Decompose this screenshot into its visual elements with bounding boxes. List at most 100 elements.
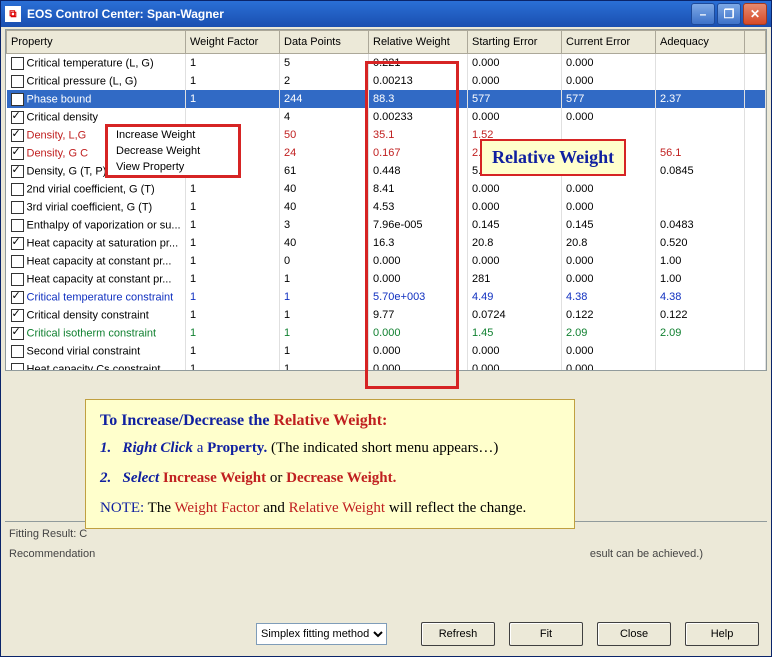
note-title-a: To Increase/Decrease the — [100, 412, 273, 429]
menu-decrease-weight[interactable]: Decrease Weight — [108, 143, 238, 159]
cell: 0.000 — [562, 72, 656, 90]
property-name: Critical density constraint — [27, 309, 149, 321]
table-row[interactable]: Critical temperature constraint115.70e+0… — [7, 288, 766, 306]
cell: 0.000 — [562, 198, 656, 216]
cell: 0.000 — [468, 198, 562, 216]
row-checkbox[interactable] — [11, 201, 24, 214]
table-row[interactable]: Heat capacity Cs constraint110.0000.0000… — [7, 360, 766, 371]
fitting-method-select[interactable]: Simplex fitting method — [256, 623, 387, 645]
menu-increase-weight[interactable]: Increase Weight — [108, 127, 238, 143]
row-checkbox[interactable] — [11, 147, 24, 160]
cell: 0.0483 — [656, 216, 745, 234]
menu-view-property[interactable]: View Property — [108, 159, 238, 175]
table-row[interactable]: Heat capacity at saturation pr...14016.3… — [7, 234, 766, 252]
column-header[interactable]: Relative Weight — [369, 31, 468, 54]
table-row[interactable]: 2nd virial coefficient, G (T)1408.410.00… — [7, 180, 766, 198]
cell: 1 — [280, 324, 369, 342]
row-checkbox[interactable] — [11, 255, 24, 268]
cell: 2.09 — [562, 324, 656, 342]
minimize-button[interactable]: – — [691, 3, 715, 25]
row-checkbox[interactable] — [11, 363, 24, 372]
table-row[interactable]: Heat capacity at constant pr...110.00028… — [7, 270, 766, 288]
title-bar[interactable]: ⧉ EOS Control Center: Span-Wagner – ❐ ✕ — [1, 1, 771, 27]
fit-button[interactable]: Fit — [509, 622, 583, 646]
cell: 4 — [280, 108, 369, 126]
table-row[interactable]: Enthalpy of vaporization or su...137.96e… — [7, 216, 766, 234]
note-label: NOTE: — [100, 500, 144, 516]
cell — [656, 360, 745, 371]
cell: 0.145 — [562, 216, 656, 234]
property-name: Heat capacity at constant pr... — [27, 255, 172, 267]
row-checkbox[interactable] — [11, 165, 24, 178]
instruction-note: To Increase/Decrease the Relative Weight… — [85, 399, 575, 529]
cell — [656, 54, 745, 73]
row-checkbox[interactable] — [11, 93, 24, 106]
row-checkbox[interactable] — [11, 111, 24, 124]
column-header[interactable]: Current Error — [562, 31, 656, 54]
cell: 7.96e-005 — [369, 216, 468, 234]
help-button[interactable]: Help — [685, 622, 759, 646]
cell: 1 — [280, 270, 369, 288]
row-checkbox[interactable] — [11, 345, 24, 358]
table-row[interactable]: Critical isotherm constraint110.0001.452… — [7, 324, 766, 342]
row-checkbox[interactable] — [11, 309, 24, 322]
cell: 0.000 — [468, 54, 562, 73]
row-checkbox[interactable] — [11, 219, 24, 232]
column-header[interactable]: Starting Error — [468, 31, 562, 54]
cell: 4.53 — [369, 198, 468, 216]
cell: 40 — [280, 234, 369, 252]
row-checkbox[interactable] — [11, 75, 24, 88]
table-row[interactable]: 3rd virial coefficient, G (T)1404.530.00… — [7, 198, 766, 216]
fitting-result-line1: Fitting Result: C — [9, 528, 763, 540]
close-window-button[interactable]: ✕ — [743, 3, 767, 25]
cell: 0.000 — [562, 270, 656, 288]
row-checkbox[interactable] — [11, 237, 24, 250]
cell: 0.000 — [468, 360, 562, 371]
data-grid[interactable]: PropertyWeight FactorData PointsRelative… — [5, 29, 767, 371]
cell: 3 — [280, 216, 369, 234]
row-checkbox[interactable] — [11, 291, 24, 304]
column-header[interactable]: Adequacy — [656, 31, 745, 54]
row-checkbox[interactable] — [11, 129, 24, 142]
table-row[interactable]: Critical temperature (L, G)150.2210.0000… — [7, 54, 766, 73]
cell: 577 — [562, 90, 656, 108]
cell: 1 — [186, 270, 280, 288]
cell: 0.000 — [562, 342, 656, 360]
maximize-button[interactable]: ❐ — [717, 3, 741, 25]
table-row[interactable]: Critical pressure (L, G)120.002130.0000.… — [7, 72, 766, 90]
cell: 0.448 — [369, 162, 468, 180]
property-name: Heat capacity Cs constraint — [27, 363, 161, 371]
note-n2: Weight Factor — [174, 500, 259, 516]
row-checkbox[interactable] — [11, 183, 24, 196]
row-checkbox[interactable] — [11, 57, 24, 70]
close-button[interactable]: Close — [597, 622, 671, 646]
cell: 5 — [280, 54, 369, 73]
cell: 0.000 — [562, 180, 656, 198]
cell: 4.38 — [656, 288, 745, 306]
refresh-button[interactable]: Refresh — [421, 622, 495, 646]
column-header[interactable]: Weight Factor — [186, 31, 280, 54]
recommendation-label: Recommendation — [9, 548, 95, 560]
table-row[interactable]: Heat capacity at constant pr...100.0000.… — [7, 252, 766, 270]
cell: 1 — [186, 234, 280, 252]
property-name: 2nd virial coefficient, G (T) — [27, 183, 155, 195]
cell: 577 — [468, 90, 562, 108]
table-row[interactable]: Second virial constraint110.0000.0000.00… — [7, 342, 766, 360]
cell: 1 — [186, 252, 280, 270]
row-checkbox[interactable] — [11, 273, 24, 286]
cell: 2.37 — [656, 90, 745, 108]
column-header[interactable]: Property — [7, 31, 186, 54]
cell: 2.09 — [656, 324, 745, 342]
row-checkbox[interactable] — [11, 327, 24, 340]
cell: 0.122 — [562, 306, 656, 324]
note-l2or: or — [266, 470, 286, 486]
cell: 0.145 — [468, 216, 562, 234]
column-header[interactable]: Data Points — [280, 31, 369, 54]
note-l2c: Decrease Weight. — [286, 470, 396, 486]
note-n3: and — [259, 500, 288, 516]
cell: 9.77 — [369, 306, 468, 324]
table-row[interactable]: Phase bound124488.35775772.37 — [7, 90, 766, 108]
table-row[interactable]: Critical density constraint119.770.07240… — [7, 306, 766, 324]
property-name: Density, L,G — [27, 129, 87, 141]
note-l1a: Right Click — [123, 440, 193, 456]
